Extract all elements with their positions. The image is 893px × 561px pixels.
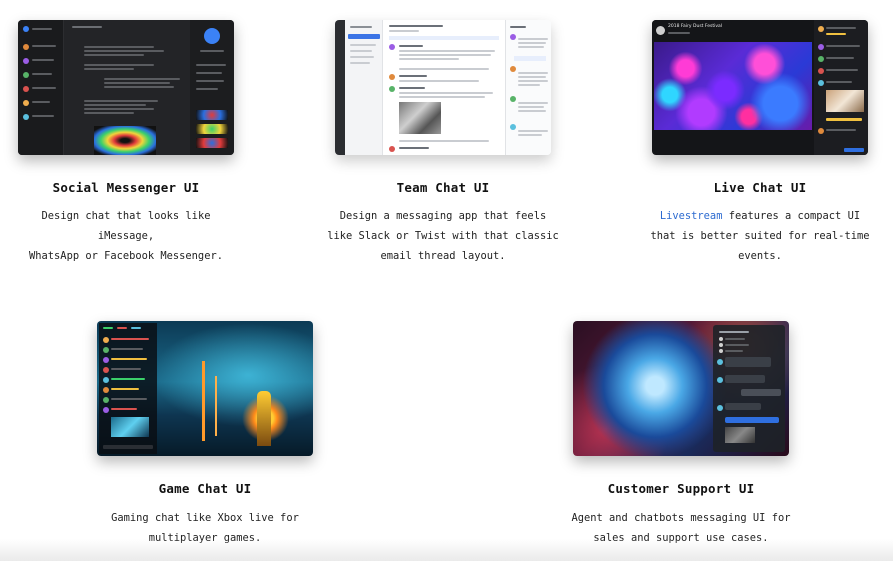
game-chat-image [111,417,149,437]
card-title: Team Chat UI [396,180,490,195]
card-title: Live Chat UI [713,180,807,195]
livestream-link[interactable]: Livestream [660,210,723,222]
card-description: Design a messaging app that feels like S… [327,210,559,262]
live-chat-panel [814,20,868,155]
support-image [725,427,755,443]
card-title: Customer Support UI [607,481,755,496]
thread-area [383,20,505,155]
game-chat-overlay [99,323,157,454]
card-title: Social Messenger UI [52,180,200,195]
conversation-list [18,20,64,155]
workspace-rail [335,20,345,155]
live-chat-thumbnail[interactable]: 2018 Fairy Dust Festival [652,20,868,155]
chat-image [826,90,864,112]
stream-video [654,42,812,130]
shared-image [94,126,156,155]
chat-area [64,20,190,155]
support-chat-widget [713,325,785,452]
profile-panel [190,20,234,155]
card-description: Livestream features a compact UI that is… [650,210,870,262]
card-title: Game Chat UI [158,481,252,496]
customer-support-thumbnail[interactable] [573,321,789,456]
stream-title: 2018 Fairy Dust Festival [668,24,723,29]
social-messenger-thumbnail[interactable] [18,20,234,155]
channel-list [345,20,383,155]
shared-photo [399,102,441,134]
game-chat-thumbnail[interactable] [97,321,313,456]
team-chat-thumbnail[interactable] [335,20,551,155]
thread-sidebar [505,20,551,155]
card-description: Design chat that looks like iMessage, Wh… [29,210,223,262]
bottom-fade [0,539,893,561]
stream-header: 2018 Fairy Dust Festival [652,20,814,40]
